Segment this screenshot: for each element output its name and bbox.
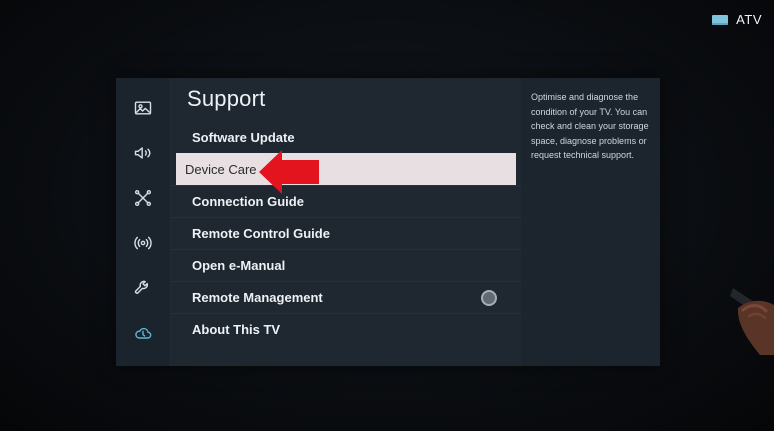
- sound-icon: [134, 147, 151, 159]
- description-panel: Optimise and diagnose the condition of y…: [521, 78, 660, 366]
- cloud-support-icon: [135, 327, 152, 339]
- menu-item-label: Device Care: [185, 161, 257, 177]
- wrench-icon: [134, 280, 149, 294]
- settings-panel: Support Software Update Device Care Conn…: [116, 78, 660, 366]
- menu-item-open-e-manual[interactable]: Open e-Manual: [171, 249, 521, 281]
- connection-icon: [134, 189, 152, 207]
- menu-item-label: Open e-Manual: [192, 258, 286, 273]
- picture-icon: [134, 101, 152, 115]
- arrow-pointer-icon: [259, 150, 319, 194]
- menu-item-about-this-tv[interactable]: About This TV: [171, 313, 521, 345]
- menu-item-label: About This TV: [192, 322, 281, 337]
- source-label: ATV: [736, 12, 762, 27]
- menu-item-label: Connection Guide: [192, 194, 304, 209]
- menu-item-software-update[interactable]: Software Update: [171, 121, 521, 153]
- remote-management-toggle[interactable]: [481, 289, 497, 306]
- sidebar-item-support[interactable]: [128, 318, 158, 348]
- broadcast-icon: [134, 236, 152, 250]
- menu-item-connection-guide[interactable]: Connection Guide: [171, 185, 521, 217]
- sidebar-item-broadcast[interactable]: [128, 228, 158, 258]
- sidebar-item-sound[interactable]: [128, 138, 158, 168]
- menu-item-label: Software Update: [192, 129, 295, 145]
- sidebar-item-picture[interactable]: [128, 93, 158, 123]
- menu-item-remote-management[interactable]: Remote Management: [171, 281, 521, 313]
- sidebar-item-connection[interactable]: [128, 183, 158, 213]
- hand-holding-remote-image: [730, 288, 774, 355]
- sidebar: [116, 78, 171, 366]
- menu-item-remote-control-guide[interactable]: Remote Control Guide: [171, 217, 521, 249]
- description-text: Optimise and diagnose the condition of y…: [531, 92, 649, 160]
- menu-item-label: Remote Management: [192, 290, 323, 305]
- page-title: Support: [187, 86, 266, 111]
- tv-input-icon: [712, 14, 729, 25]
- sidebar-item-general[interactable]: [128, 273, 158, 303]
- menu-item-label: Remote Control Guide: [192, 226, 330, 241]
- menu-item-device-care[interactable]: Device Care: [176, 153, 516, 185]
- source-indicator: ATV: [712, 12, 762, 27]
- support-menu-list: Software Update Device Care Connection G…: [171, 121, 521, 345]
- support-menu: Support Software Update Device Care Conn…: [171, 78, 521, 366]
